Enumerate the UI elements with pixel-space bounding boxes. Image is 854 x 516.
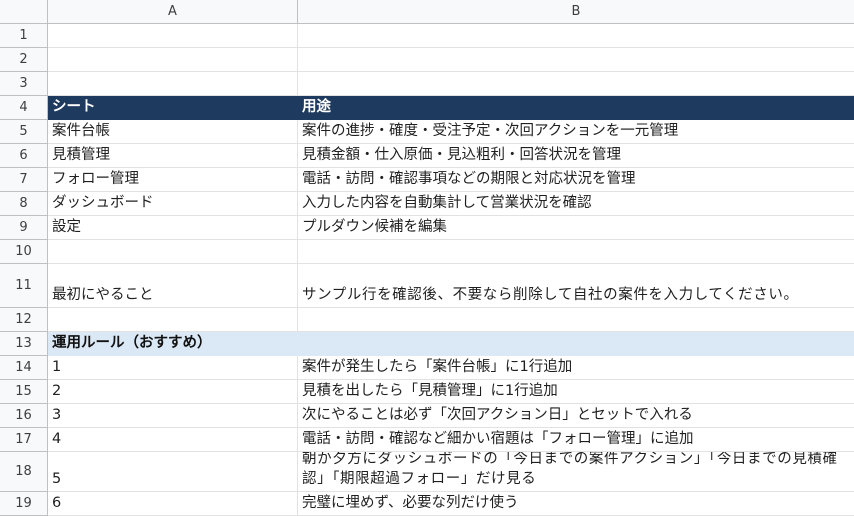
column-header-b[interactable]: B: [298, 0, 854, 24]
row-header[interactable]: 8: [0, 192, 48, 216]
row-header[interactable]: 14: [0, 356, 48, 380]
row-header[interactable]: 11: [0, 264, 48, 308]
cell-b11[interactable]: サンプル行を確認後、不要なら削除して自社の案件を入力してください。: [298, 264, 854, 308]
cell-b10[interactable]: [298, 240, 854, 264]
table-row: 11 最初にやること サンプル行を確認後、不要なら削除して自社の案件を入力してく…: [0, 264, 854, 308]
cell-a8[interactable]: ダッシュボード: [48, 192, 298, 216]
table-row: 18 5 朝か夕方にダッシュボードの「今日までの案件アクション」「今日までの見積…: [0, 452, 854, 492]
row-header[interactable]: 15: [0, 380, 48, 404]
row-header[interactable]: 9: [0, 216, 48, 240]
cell-a4[interactable]: シート: [48, 96, 298, 120]
column-header-a[interactable]: A: [48, 0, 298, 24]
table-row: 19 6 完璧に埋めず、必要な列だけ使う: [0, 492, 854, 516]
cell-b19[interactable]: 完璧に埋めず、必要な列だけ使う: [298, 492, 854, 516]
cell-b6[interactable]: 見積金額・仕入原価・見込粗利・回答状況を管理: [298, 144, 854, 168]
cell-b13[interactable]: [298, 332, 854, 356]
cell-b15[interactable]: 見積を出したら「見積管理」に1行追加: [298, 380, 854, 404]
cell-a7[interactable]: フォロー管理: [48, 168, 298, 192]
table-row: 14 1 案件が発生したら「案件台帳」に1行追加: [0, 356, 854, 380]
cell-a11[interactable]: 最初にやること: [48, 264, 298, 308]
table-row: 7 フォロー管理 電話・訪問・確認事項などの期限と対応状況を管理: [0, 168, 854, 192]
row-header[interactable]: 12: [0, 308, 48, 332]
row-header[interactable]: 16: [0, 404, 48, 428]
table-row: 2: [0, 48, 854, 72]
table-row: 17 4 電話・訪問・確認など細かい宿題は「フォロー管理」に追加: [0, 428, 854, 452]
cell-b14[interactable]: 案件が発生したら「案件台帳」に1行追加: [298, 356, 854, 380]
row-header[interactable]: 19: [0, 492, 48, 516]
table-row: 3: [0, 72, 854, 96]
cell-a12[interactable]: [48, 308, 298, 332]
section-header-row: 13 運用ルール（おすすめ）: [0, 332, 854, 356]
cell-a10[interactable]: [48, 240, 298, 264]
row-header[interactable]: 5: [0, 120, 48, 144]
cell-b12[interactable]: [298, 308, 854, 332]
cell-a2[interactable]: [48, 48, 298, 72]
table-row: 9 設定 プルダウン候補を編集: [0, 216, 854, 240]
table-row: 15 2 見積を出したら「見積管理」に1行追加: [0, 380, 854, 404]
row-header[interactable]: 4: [0, 96, 48, 120]
cell-b8[interactable]: 入力した内容を自動集計して営業状況を確認: [298, 192, 854, 216]
cell-b1[interactable]: [298, 24, 854, 48]
table-row: 12: [0, 308, 854, 332]
cell-a9[interactable]: 設定: [48, 216, 298, 240]
row-header[interactable]: 1: [0, 24, 48, 48]
spreadsheet: A B 1 2 3 4 シート 用途 5 案件台帳 案件の進捗・確度・受注予定・…: [0, 0, 854, 516]
cell-a3[interactable]: [48, 72, 298, 96]
row-header[interactable]: 18: [0, 452, 48, 492]
row-header[interactable]: 7: [0, 168, 48, 192]
cell-a16[interactable]: 3: [48, 404, 298, 428]
table-row: 1: [0, 24, 854, 48]
cell-a6[interactable]: 見積管理: [48, 144, 298, 168]
cell-a5[interactable]: 案件台帳: [48, 120, 298, 144]
row-header[interactable]: 2: [0, 48, 48, 72]
cell-b5[interactable]: 案件の進捗・確度・受注予定・次回アクションを一元管理: [298, 120, 854, 144]
table-row: 10: [0, 240, 854, 264]
cell-b18[interactable]: 朝か夕方にダッシュボードの「今日までの案件アクション」「今日までの見積確認」「期…: [298, 452, 854, 492]
cell-b4[interactable]: 用途: [298, 96, 854, 120]
table-row: 6 見積管理 見積金額・仕入原価・見込粗利・回答状況を管理: [0, 144, 854, 168]
row-header[interactable]: 17: [0, 428, 48, 452]
cell-b17[interactable]: 電話・訪問・確認など細かい宿題は「フォロー管理」に追加: [298, 428, 854, 452]
cell-a17[interactable]: 4: [48, 428, 298, 452]
select-all-corner[interactable]: [0, 0, 48, 24]
row-header[interactable]: 3: [0, 72, 48, 96]
cell-a19[interactable]: 6: [48, 492, 298, 516]
cell-b16[interactable]: 次にやることは必ず「次回アクション日」とセットで入れる: [298, 404, 854, 428]
cell-a18[interactable]: 5: [48, 452, 298, 492]
table-row: 16 3 次にやることは必ず「次回アクション日」とセットで入れる: [0, 404, 854, 428]
cell-a14[interactable]: 1: [48, 356, 298, 380]
cell-b9[interactable]: プルダウン候補を編集: [298, 216, 854, 240]
row-header[interactable]: 6: [0, 144, 48, 168]
cell-b2[interactable]: [298, 48, 854, 72]
cell-b7[interactable]: 電話・訪問・確認事項などの期限と対応状況を管理: [298, 168, 854, 192]
table-row: 5 案件台帳 案件の進捗・確度・受注予定・次回アクションを一元管理: [0, 120, 854, 144]
table-header-row: 4 シート 用途: [0, 96, 854, 120]
row-header[interactable]: 13: [0, 332, 48, 356]
cell-a15[interactable]: 2: [48, 380, 298, 404]
row-header[interactable]: 10: [0, 240, 48, 264]
cell-a1[interactable]: [48, 24, 298, 48]
table-row: 8 ダッシュボード 入力した内容を自動集計して営業状況を確認: [0, 192, 854, 216]
cell-b3[interactable]: [298, 72, 854, 96]
